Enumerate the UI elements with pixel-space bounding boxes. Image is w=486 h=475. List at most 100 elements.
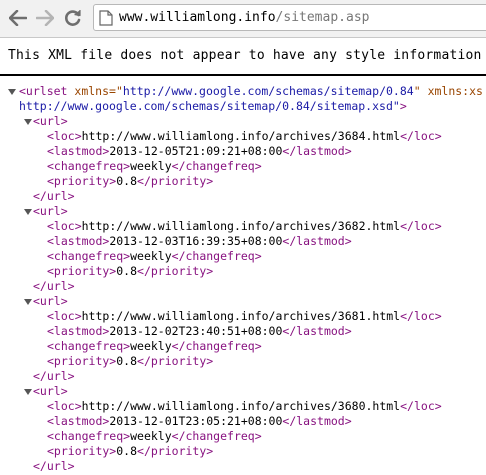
priority-open-tag: <priority>	[47, 264, 117, 278]
loc-open-tag: <loc>	[47, 219, 82, 233]
lastmod-value: 2013-12-05T21:09:21+08:00	[109, 144, 283, 158]
banner-text: This XML file does not appear to have an…	[8, 48, 482, 63]
url-open-tag: <url>	[33, 384, 68, 398]
priority-close-tag: </priority>	[137, 264, 214, 278]
url-open-tag: <url>	[33, 204, 68, 218]
reload-button[interactable]	[62, 7, 84, 29]
no-style-info-banner: This XML file does not appear to have an…	[0, 44, 486, 76]
schema-location-value: http://www.google.com/schemas/sitemap/0.…	[19, 99, 400, 113]
loc-value: http://www.williamlong.info/archives/368…	[81, 129, 401, 143]
changefreq-close-tag: </changefreq>	[171, 159, 262, 173]
loc-line: <loc>http://www.williamlong.info/archive…	[47, 219, 442, 234]
loc-close-tag: </loc>	[400, 219, 442, 233]
forward-button[interactable]	[34, 7, 56, 29]
url-open-line: <url>	[24, 294, 68, 309]
collapse-triangle-icon[interactable]	[24, 209, 32, 215]
collapse-triangle-icon[interactable]	[24, 119, 32, 125]
loc-open-tag: <loc>	[47, 129, 82, 143]
lastmod-line: <lastmod>2013-12-03T16:39:35+08:00</last…	[47, 234, 352, 249]
lastmod-line: <lastmod>2013-12-05T21:09:21+08:00</last…	[47, 144, 352, 159]
url-open-line: <url>	[24, 114, 68, 129]
browser-toolbar: www.williamlong.info/sitemap.asp	[0, 0, 486, 38]
loc-open-tag: <loc>	[47, 309, 82, 323]
reload-icon	[65, 10, 81, 26]
changefreq-value: weekly	[130, 429, 172, 443]
loc-value: http://www.williamlong.info/archives/368…	[81, 309, 401, 323]
loc-close-tag: </loc>	[400, 399, 442, 413]
changefreq-open-tag: <changefreq>	[47, 339, 131, 353]
changefreq-close-tag: </changefreq>	[171, 249, 262, 263]
loc-line: <loc>http://www.williamlong.info/archive…	[47, 129, 442, 144]
loc-line: <loc>http://www.williamlong.info/archive…	[47, 399, 442, 414]
url-open-tag: <url>	[33, 114, 68, 128]
collapse-triangle-icon[interactable]	[24, 389, 32, 395]
lastmod-open-tag: <lastmod>	[47, 144, 110, 158]
url-close-line: </url>	[33, 189, 75, 204]
priority-open-tag: <priority>	[47, 354, 117, 368]
urlset-open-close: >	[399, 99, 407, 113]
url-text[interactable]: www.williamlong.info/sitemap.asp	[119, 10, 369, 26]
url-close-tag: </url>	[33, 189, 75, 203]
loc-value: http://www.williamlong.info/archives/368…	[81, 219, 401, 233]
forward-arrow-icon	[36, 10, 54, 26]
url-close-line: </url>	[33, 459, 75, 474]
url-host: www.williamlong.info	[119, 10, 276, 25]
priority-line: <priority>0.8</priority>	[47, 354, 213, 369]
changefreq-close-tag: </changefreq>	[171, 429, 262, 443]
lastmod-value: 2013-12-02T23:40:51+08:00	[109, 324, 283, 338]
loc-line: <loc>http://www.williamlong.info/archive…	[47, 309, 442, 324]
changefreq-open-tag: <changefreq>	[47, 429, 131, 443]
priority-line: <priority>0.8</priority>	[47, 174, 213, 189]
back-arrow-icon	[9, 10, 27, 26]
lastmod-line: <lastmod>2013-12-01T23:05:21+08:00</last…	[47, 414, 352, 429]
url-close-line: </url>	[33, 279, 75, 294]
lastmod-close-tag: </lastmod>	[282, 144, 352, 158]
changefreq-line: <changefreq>weekly</changefreq>	[47, 159, 262, 174]
changefreq-close-tag: </changefreq>	[171, 339, 262, 353]
lastmod-close-tag: </lastmod>	[282, 414, 352, 428]
url-close-tag: </url>	[33, 369, 75, 383]
lastmod-value: 2013-12-01T23:05:21+08:00	[109, 414, 283, 428]
loc-close-tag: </loc>	[400, 309, 442, 323]
lastmod-value: 2013-12-03T16:39:35+08:00	[109, 234, 283, 248]
url-open-line: <url>	[24, 384, 68, 399]
lastmod-close-tag: </lastmod>	[282, 234, 352, 248]
loc-open-tag: <loc>	[47, 399, 82, 413]
priority-close-tag: </priority>	[137, 444, 214, 458]
priority-open-tag: <priority>	[47, 444, 117, 458]
priority-value: 0.8	[116, 354, 138, 368]
priority-line: <priority>0.8</priority>	[47, 444, 213, 459]
address-bar[interactable]: www.williamlong.info/sitemap.asp	[93, 4, 486, 31]
xmlns-attr-close: "	[413, 84, 421, 98]
lastmod-open-tag: <lastmod>	[47, 234, 110, 248]
url-close-tag: </url>	[33, 459, 75, 473]
collapse-triangle-icon[interactable]	[8, 89, 16, 95]
lastmod-line: <lastmod>2013-12-02T23:40:51+08:00</last…	[47, 324, 352, 339]
xmlns-xsi-attr-name: xmlns:xs	[427, 84, 483, 98]
priority-value: 0.8	[116, 264, 138, 278]
url-open-line: <url>	[24, 204, 68, 219]
changefreq-open-tag: <changefreq>	[47, 159, 131, 173]
url-close-line: </url>	[33, 369, 75, 384]
loc-close-tag: </loc>	[400, 129, 442, 143]
changefreq-line: <changefreq>weekly</changefreq>	[47, 339, 262, 354]
xmlns-attr-name: xmlns	[74, 84, 110, 98]
priority-open-tag: <priority>	[47, 174, 117, 188]
urlset-tag: <urlset	[19, 84, 68, 98]
xmlns-attr-eq: ="	[109, 84, 123, 98]
priority-line: <priority>0.8</priority>	[47, 264, 213, 279]
schema-location-line: http://www.google.com/schemas/sitemap/0.…	[19, 99, 407, 114]
changefreq-line: <changefreq>weekly</changefreq>	[47, 429, 262, 444]
lastmod-open-tag: <lastmod>	[47, 324, 110, 338]
changefreq-value: weekly	[130, 339, 172, 353]
priority-value: 0.8	[116, 174, 138, 188]
changefreq-open-tag: <changefreq>	[47, 249, 131, 263]
page-icon	[99, 10, 113, 26]
changefreq-line: <changefreq>weekly</changefreq>	[47, 249, 262, 264]
url-open-tag: <url>	[33, 294, 68, 308]
collapse-triangle-icon[interactable]	[24, 299, 32, 305]
loc-value: http://www.williamlong.info/archives/368…	[81, 399, 401, 413]
priority-close-tag: </priority>	[137, 354, 214, 368]
back-button[interactable]	[7, 7, 29, 29]
priority-close-tag: </priority>	[137, 174, 214, 188]
